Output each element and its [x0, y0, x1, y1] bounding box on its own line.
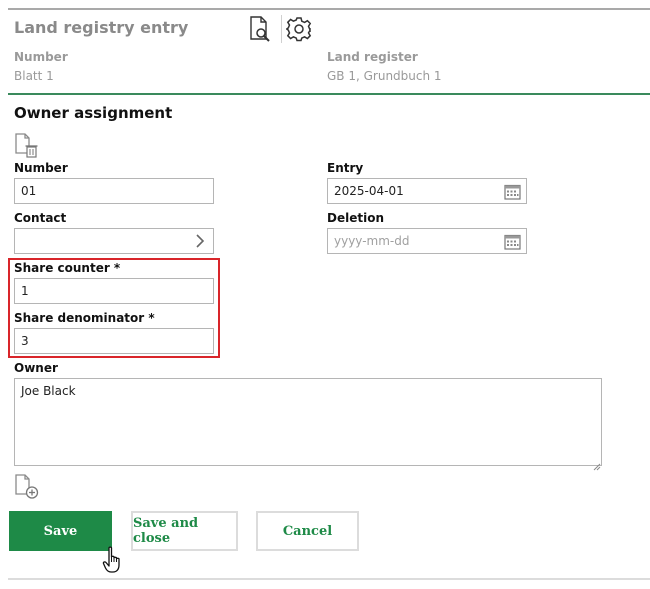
deletion-label: Deletion — [327, 211, 384, 225]
number-label: Number — [14, 161, 68, 175]
owner-textarea[interactable]: Joe Black — [14, 378, 602, 466]
contact-label: Contact — [14, 211, 67, 225]
save-and-close-button[interactable]: Save and close — [131, 511, 238, 551]
deletion-date-placeholder: yyyy-mm-dd — [334, 234, 410, 248]
document-add-icon[interactable] — [12, 474, 40, 500]
share-denominator-label: Share denominator * — [14, 311, 155, 325]
share-denominator-input[interactable]: 3 — [14, 328, 214, 354]
owner-label: Owner — [14, 361, 58, 375]
gear-icon[interactable] — [285, 15, 313, 43]
entry-date-value: 2025-04-01 — [334, 184, 404, 198]
section-title: Owner assignment — [14, 104, 173, 122]
land-register-value: GB 1, Grundbuch 1 — [327, 69, 442, 83]
entry-label: Entry — [327, 161, 364, 175]
contact-input[interactable] — [14, 228, 214, 254]
bottom-divider — [8, 578, 650, 580]
land-register-label: Land register — [327, 50, 418, 64]
share-counter-input[interactable]: 1 — [14, 278, 214, 304]
page-title: Land registry entry — [14, 18, 189, 37]
resize-grip-icon[interactable] — [592, 456, 601, 475]
chevron-right-icon[interactable] — [195, 234, 205, 251]
calendar-icon[interactable] — [504, 183, 521, 203]
number-meta-value: Blatt 1 — [14, 69, 54, 83]
save-button[interactable]: Save — [9, 511, 112, 551]
entry-date-input[interactable]: 2025-04-01 — [327, 178, 527, 204]
deletion-date-input[interactable]: yyyy-mm-dd — [327, 228, 527, 254]
share-counter-label: Share counter * — [14, 261, 121, 275]
top-divider — [8, 8, 650, 10]
document-search-icon[interactable] — [246, 15, 274, 43]
number-meta-label: Number — [14, 50, 68, 64]
section-divider — [8, 93, 650, 95]
toolbar-separator — [281, 15, 282, 43]
document-delete-icon[interactable] — [12, 133, 40, 159]
number-input[interactable]: 01 — [14, 178, 214, 204]
cancel-button[interactable]: Cancel — [256, 511, 359, 551]
hand-pointer-icon — [102, 546, 126, 578]
calendar-icon[interactable] — [504, 233, 521, 253]
